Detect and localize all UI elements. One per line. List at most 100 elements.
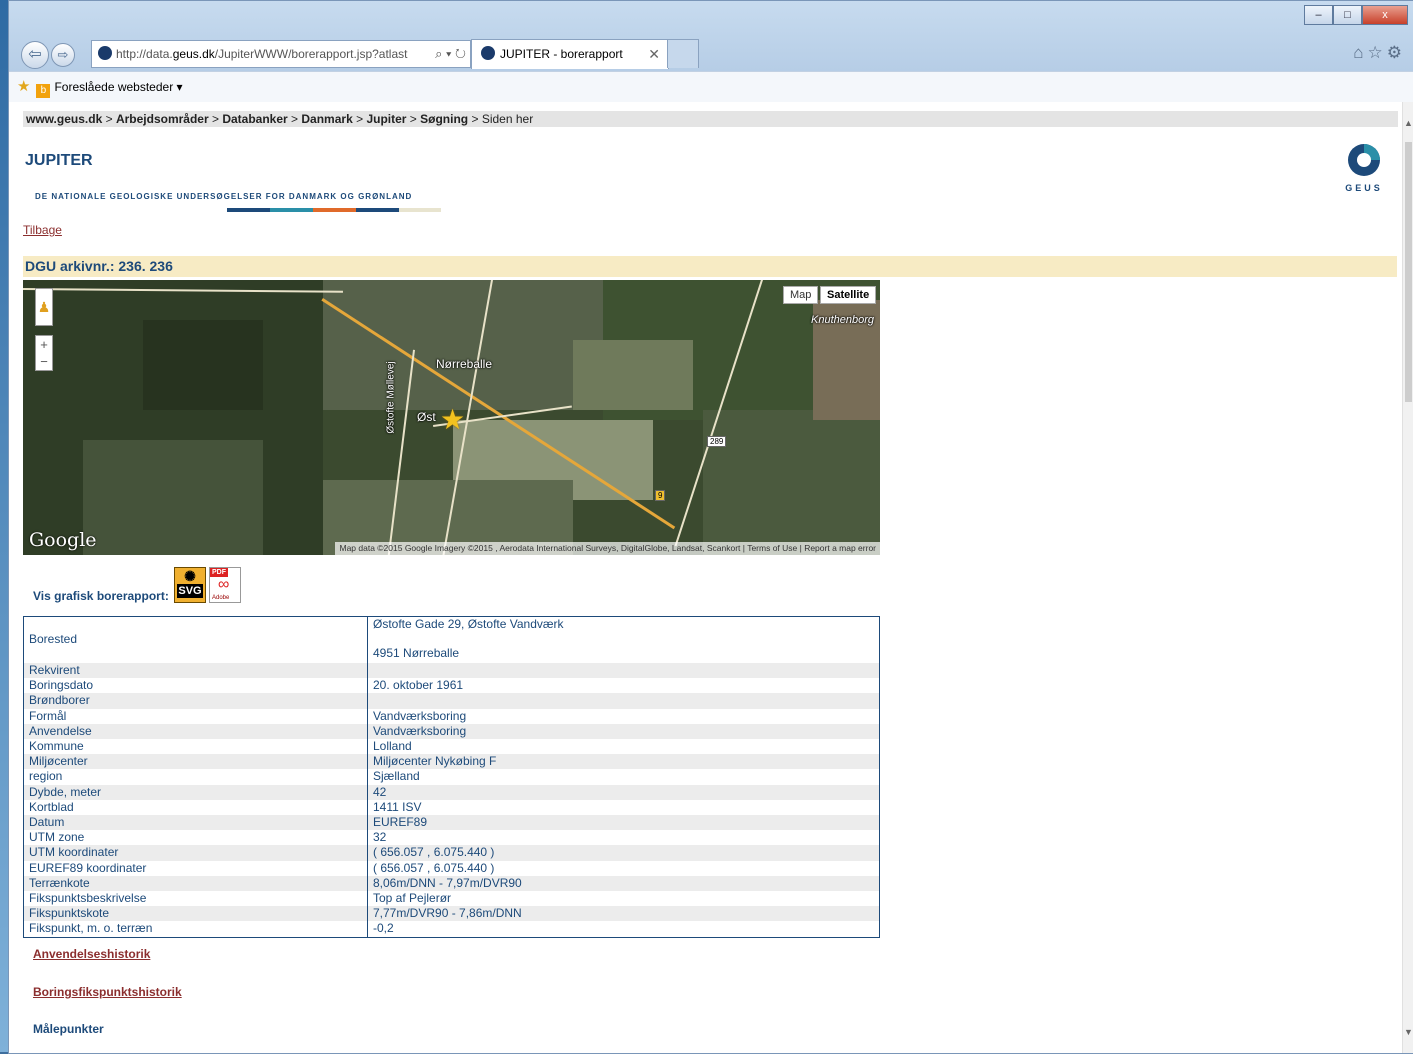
- road-shield-289: 289: [707, 436, 727, 447]
- table-row: Miljøcenter Miljøcenter Nykøbing F: [23, 754, 880, 770]
- colorbar-segment: [356, 208, 399, 212]
- breadcrumb-link[interactable]: www.geus.dk: [26, 112, 102, 126]
- table-key: Borested: [23, 616, 368, 663]
- map-label-ostofte-mollevej: Østofte Møllevej: [385, 361, 397, 434]
- table-key: Fikspunktsbeskrivelse: [23, 891, 368, 907]
- scroll-up-icon[interactable]: ▲: [1403, 118, 1413, 128]
- table-row: Fikspunktsbeskrivelse Top af Pejlerør: [23, 891, 880, 907]
- table-value: Miljøcenter Nykøbing F: [367, 754, 880, 770]
- map-label-ost: Øst: [417, 410, 436, 424]
- favorites-star-icon[interactable]: ★: [17, 78, 30, 95]
- table-key: Fikspunkt, m. o. terræn: [23, 921, 368, 938]
- satellite-map[interactable]: ♟ + − Map Satellite Nørreballe Øst Østof…: [23, 280, 880, 555]
- organization-subtitle: DE NATIONALE GEOLOGISKE UNDERSØGELSER FO…: [35, 192, 413, 201]
- zoom-control[interactable]: + −: [35, 335, 53, 371]
- map-type-map-button[interactable]: Map: [783, 286, 819, 304]
- table-value: 42: [367, 784, 880, 800]
- fixpoint-history-link[interactable]: Boringsfikspunktshistorik: [33, 985, 182, 999]
- site-favicon-icon: [98, 46, 112, 60]
- table-key: Dybde, meter: [23, 784, 368, 800]
- table-value: Vandværksboring: [373, 708, 467, 723]
- table-row: Boringsdato 20. oktober 1961: [23, 678, 880, 694]
- table-value: ( 656.057 , 6.075.440 ): [373, 860, 495, 875]
- borested-postal: 4951 Nørreballe: [373, 646, 460, 661]
- tab-jupiter-borerapport[interactable]: JUPITER - borerapport ✕: [471, 39, 669, 69]
- close-button[interactable]: x: [1362, 5, 1408, 25]
- url-domain: geus.dk: [172, 47, 215, 61]
- table-value: ( 656.057 , 6.075.440 ): [367, 845, 880, 861]
- location-star-marker-icon[interactable]: ★: [440, 403, 465, 436]
- minimize-button[interactable]: –: [1304, 5, 1333, 25]
- table-value: 7,77m/DVR90 - 7,86m/DNN: [367, 906, 880, 922]
- forward-icon[interactable]: ⇨: [51, 43, 75, 67]
- breadcrumb-link[interactable]: Databanker: [222, 112, 287, 126]
- geus-logo: GEUS: [1339, 142, 1389, 193]
- table-row: region Sjælland: [23, 769, 880, 785]
- table-row: Datum EUREF89: [23, 815, 880, 831]
- google-logo: Google: [29, 529, 97, 551]
- road-shield-9: 9: [655, 490, 666, 501]
- table-row: UTM koordinater( 656.057 , 6.075.440 ): [23, 845, 880, 861]
- maximize-button[interactable]: □: [1333, 5, 1362, 25]
- vertical-scrollbar[interactable]: ▲ ▼: [1402, 102, 1413, 1053]
- breadcrumb-link[interactable]: Danmark: [301, 112, 352, 126]
- table-value: 20. oktober 1961: [373, 678, 464, 693]
- breadcrumb-link[interactable]: Arbejdsområder: [116, 112, 209, 126]
- table-row: Kortblad 1411 ISV: [23, 799, 880, 816]
- zoom-out-button[interactable]: −: [36, 353, 52, 370]
- address-bar[interactable]: http://data.geus.dk/JupiterWWW/borerappo…: [91, 40, 471, 68]
- breadcrumb-separator: >: [102, 112, 116, 126]
- svg-icon-label: SVG: [177, 584, 203, 598]
- table-key: Boringsdato: [23, 678, 368, 694]
- settings-gear-icon: ⚙: [1386, 43, 1406, 62]
- measurement-points-heading: Målepunkter: [33, 1022, 104, 1036]
- borested-address: Østofte Gade 29, Østofte Vandværk: [373, 617, 564, 631]
- zoom-in-button[interactable]: +: [36, 336, 52, 353]
- table-row: Formål Vandværksboring: [23, 708, 880, 724]
- new-tab-button[interactable]: [667, 39, 699, 68]
- svg-symbol-icon: ✺: [184, 568, 196, 584]
- scrollbar-thumb[interactable]: [1405, 142, 1412, 402]
- home-icon: ⌂: [1353, 43, 1368, 62]
- table-row: Rekvirent: [23, 663, 880, 679]
- breadcrumb-current: Siden her: [481, 112, 534, 126]
- pdf-report-icon[interactable]: PDF ∞ Adobe: [209, 567, 241, 603]
- record-title: DGU arkivnr.: 236. 236: [23, 256, 1397, 277]
- map-type-satellite-button[interactable]: Satellite: [820, 286, 877, 304]
- table-value: Sjælland: [373, 769, 420, 784]
- geus-logo-text: GEUS: [1345, 183, 1383, 193]
- suggested-sites-link[interactable]: Foreslåede websteder ▾: [54, 80, 182, 94]
- table-value: EUREF89: [367, 815, 880, 831]
- map-attribution[interactable]: Map data ©2015 Google Imagery ©2015 , Ae…: [335, 542, 880, 555]
- table-value: [367, 693, 880, 709]
- table-row: Brøndborer: [23, 693, 880, 709]
- back-link[interactable]: Tilbage: [23, 223, 62, 237]
- usage-history-link[interactable]: Anvendelseshistorik: [33, 947, 150, 961]
- table-value: Østofte Gade 29, Østofte Vandværk 4951 N…: [367, 616, 880, 663]
- table-value: 32: [373, 830, 387, 845]
- search-refresh-icons[interactable]: ⌕ ▾ ↻: [435, 41, 466, 67]
- svg-report-icon[interactable]: ✺ SVG: [174, 567, 206, 603]
- table-value: 1411 ISV: [373, 799, 422, 814]
- map-label-norreballe: Nørreballe: [436, 357, 493, 371]
- table-row: Borested Østofte Gade 29, Østofte Vandvæ…: [23, 616, 880, 663]
- breadcrumb-separator: >: [468, 112, 482, 126]
- breadcrumb-link[interactable]: Jupiter: [366, 112, 406, 126]
- scroll-down-icon[interactable]: ▼: [1403, 1027, 1413, 1037]
- colorbar-segment: [313, 208, 356, 212]
- graphic-report-label: Vis grafisk borerapport:: [33, 589, 169, 603]
- tab-close-icon[interactable]: ✕: [648, 40, 660, 69]
- table-value: Lolland: [373, 739, 412, 754]
- table-row: Kommune Lolland: [23, 739, 880, 755]
- table-row: Terrænkote 8,06m/DNN - 7,97m/DVR90: [23, 875, 880, 892]
- toolbar-icons[interactable]: ⌂☆⚙: [1353, 43, 1406, 63]
- table-row: Fikspunkt, m. o. terræn -0,2: [23, 921, 880, 938]
- street-view-pegman-icon[interactable]: ♟: [35, 288, 53, 326]
- breadcrumb-link[interactable]: Søgning: [420, 112, 468, 126]
- back-icon[interactable]: ⇦: [21, 41, 49, 69]
- breadcrumb-separator: >: [208, 112, 223, 126]
- table-key: region: [23, 769, 368, 785]
- bing-icon: b: [36, 84, 51, 98]
- url-path: /JupiterWWW/borerapport.jsp?atlast: [214, 47, 408, 61]
- adobe-label: Adobe: [212, 595, 230, 601]
